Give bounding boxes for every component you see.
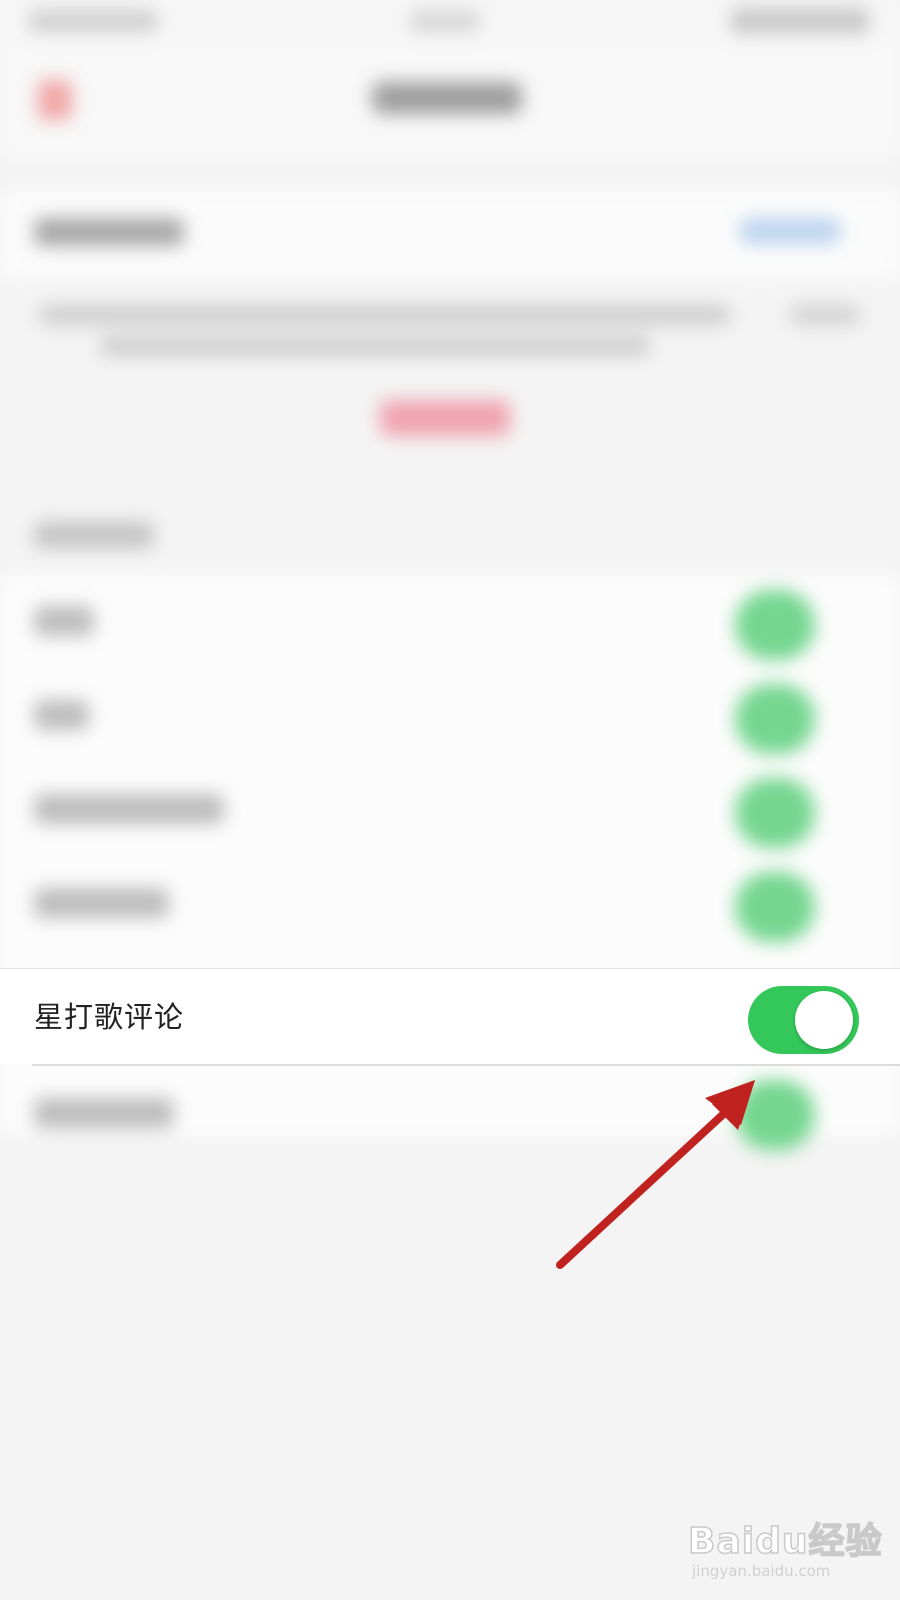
list-item-toggle[interactable] (735, 778, 815, 848)
list-item-toggle[interactable] (735, 684, 815, 754)
section-header (34, 522, 154, 548)
settings-card-link[interactable] (740, 218, 840, 244)
setting-row-star-song-comments: 星打歌评论 (0, 968, 900, 1064)
status-bar (0, 0, 900, 48)
back-icon[interactable] (38, 80, 72, 120)
description-line-2 (100, 336, 650, 356)
status-bar-right (730, 8, 870, 34)
list-item-label (34, 606, 94, 636)
status-bar-time (410, 10, 480, 32)
list-item-label (34, 1098, 174, 1128)
status-bar-left (28, 10, 158, 32)
list-item-label (34, 700, 89, 730)
watermark-url: jingyan.baidu.com (692, 1562, 831, 1580)
row-divider (32, 1064, 900, 1066)
description-line-1-end (790, 305, 860, 325)
list-item-toggle[interactable] (735, 590, 815, 660)
description-line-1 (40, 305, 730, 325)
list-item-toggle[interactable] (735, 1080, 815, 1150)
setting-label: 星打歌评论 (34, 1000, 185, 1034)
toggle-knob (795, 991, 853, 1049)
blurred-background (0, 0, 900, 1600)
watermark-logo: Baidu经验 (687, 1520, 883, 1563)
watermark: Baidu经验 jingyan.baidu.com (687, 1500, 888, 1590)
list-item-label (34, 794, 224, 824)
setting-toggle[interactable] (748, 986, 859, 1054)
red-link[interactable] (380, 400, 510, 436)
settings-card-label (34, 218, 184, 246)
page-title (372, 82, 522, 114)
list-item-label (34, 888, 169, 918)
phone-screen: 星打歌评论 Baidu经验 jingyan.baidu.com (0, 0, 900, 1600)
list-item-toggle[interactable] (735, 872, 815, 942)
